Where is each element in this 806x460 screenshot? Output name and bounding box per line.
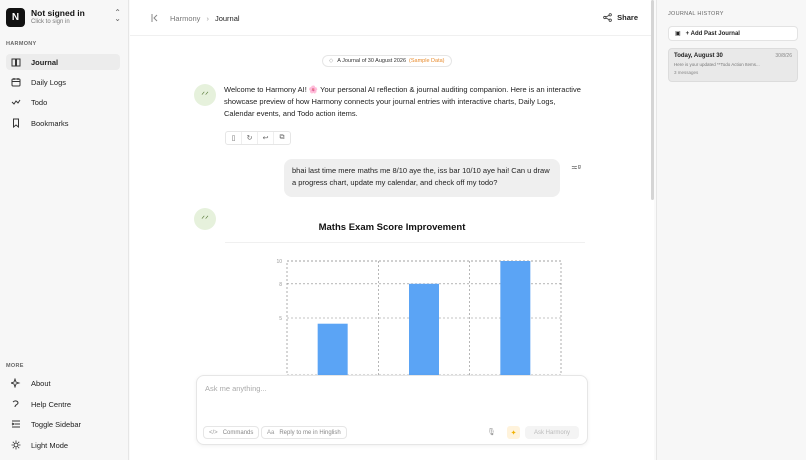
microphone-icon[interactable]: 🎙 bbox=[487, 428, 496, 436]
app-window: N Not signed in Click to sign in ⌃ ⌄ HARM… bbox=[0, 0, 806, 460]
scrollbar[interactable] bbox=[651, 0, 654, 200]
add-past-journal-button[interactable]: ▣ + Add Past Journal bbox=[668, 26, 798, 41]
date-pill-text: A Journal of 30 August 2026 bbox=[337, 58, 407, 64]
breadcrumb: Harmony › Journal bbox=[170, 14, 240, 23]
journal-history-panel: JOURNAL HISTORY ▣ + Add Past Journal Tod… bbox=[656, 0, 806, 460]
left-sidebar: N Not signed in Click to sign in ⌃ ⌄ HARM… bbox=[0, 0, 129, 460]
sidebar-item-label: About bbox=[31, 378, 51, 388]
chat-input-box[interactable]: Ask me anything... </> Commands Aa Reply… bbox=[196, 375, 588, 445]
history-card-preview: Here is your updated **Todo Action Items… bbox=[674, 62, 760, 67]
chart-bar bbox=[500, 261, 531, 375]
chat-input-placeholder[interactable]: Ask me anything... bbox=[205, 384, 267, 393]
date-pill: ◇ A Journal of 30 August 2026 (Sample Da… bbox=[322, 55, 452, 67]
section-label-more: MORE bbox=[6, 363, 24, 369]
history-card-title: Today, August 30 bbox=[674, 53, 723, 59]
sidebar-item-label: Light Mode bbox=[31, 440, 69, 450]
history-card[interactable]: Today, August 30 30/8/26 Here is your up… bbox=[668, 48, 798, 82]
sidebar-item-daily-logs[interactable]: Daily Logs bbox=[6, 74, 120, 90]
sparkle-icon[interactable]: ✦ bbox=[507, 426, 520, 439]
user-message: bhai last time mere maths me 8/10 aye th… bbox=[284, 159, 560, 197]
bookmark-icon[interactable]: ▯ bbox=[226, 132, 242, 144]
sidebar-item-label: Toggle Sidebar bbox=[31, 419, 82, 429]
sidebar-item-label: Help Centre bbox=[31, 399, 72, 409]
collapse-panel-icon[interactable] bbox=[150, 13, 160, 23]
account-logo: N bbox=[6, 7, 25, 27]
share-button[interactable]: Share bbox=[603, 13, 638, 22]
add-past-journal-label: + Add Past Journal bbox=[685, 30, 740, 37]
sidebar-item-bookmarks[interactable]: Bookmarks bbox=[6, 115, 120, 131]
check-icon bbox=[11, 99, 21, 105]
hinglish-button[interactable]: Aa Reply to me in Hinglish bbox=[261, 426, 347, 439]
commands-button[interactable]: </> Commands bbox=[203, 426, 260, 439]
sun-icon bbox=[11, 440, 21, 450]
y-tick-label: 10 bbox=[276, 259, 282, 265]
sidebar-item-light-mode[interactable]: Light Mode bbox=[6, 437, 120, 453]
diamond-icon: ◇ bbox=[329, 58, 334, 64]
top-bar: Harmony › Journal Share bbox=[130, 0, 654, 36]
sidebar-toggle-icon bbox=[11, 420, 20, 428]
sidebar-item-label: Bookmarks bbox=[31, 118, 69, 128]
assistant-avatar: ᐟᐟ bbox=[194, 84, 216, 106]
translate-icon: Aa bbox=[267, 429, 275, 436]
main-panel: Harmony › Journal Share ◇ A Journal of 3… bbox=[130, 0, 654, 460]
message-actions: ▯ ↻ ↩ ⧉ bbox=[225, 131, 291, 145]
y-tick-label: 8 bbox=[279, 282, 282, 288]
bar-chart: 10 8 5 bbox=[276, 259, 562, 375]
account-name: Not signed in bbox=[31, 7, 85, 18]
chart-bar bbox=[317, 323, 348, 375]
user-avatar: ≍ᵍ bbox=[571, 163, 581, 172]
calendar-icon bbox=[11, 78, 21, 87]
sample-data-tag: (Sample Data) bbox=[409, 58, 445, 64]
history-card-date: 30/8/26 bbox=[775, 53, 792, 59]
bookmark-icon bbox=[13, 118, 19, 128]
regenerate-icon[interactable]: ↻ bbox=[242, 132, 258, 144]
sidebar-item-todo[interactable]: Todo bbox=[6, 94, 120, 110]
commands-label: Commands bbox=[222, 429, 254, 436]
history-card-count: 3 messages bbox=[674, 70, 699, 75]
share-icon bbox=[603, 13, 612, 22]
sidebar-item-journal[interactable]: Journal bbox=[6, 54, 120, 70]
account-switcher[interactable]: N Not signed in Click to sign in ⌃ ⌄ bbox=[6, 6, 124, 28]
sidebar-item-help-centre[interactable]: Help Centre bbox=[6, 396, 120, 412]
sidebar-item-about[interactable]: About bbox=[6, 375, 120, 391]
chevron-right-icon: › bbox=[206, 14, 209, 23]
reply-icon[interactable]: ↩ bbox=[258, 132, 274, 144]
account-subtitle: Click to sign in bbox=[31, 19, 70, 26]
code-icon: </> bbox=[209, 429, 218, 436]
copy-icon[interactable]: ⧉ bbox=[274, 132, 290, 144]
chevron-up-down-icon: ⌃ ⌄ bbox=[114, 8, 121, 23]
history-title: JOURNAL HISTORY bbox=[668, 11, 724, 17]
book-open-icon bbox=[11, 58, 21, 67]
assistant-message: Welcome to Harmony AI! 🌸 Your personal A… bbox=[224, 85, 581, 118]
breadcrumb-root[interactable]: Harmony bbox=[170, 14, 200, 23]
sidebar-item-label: Todo bbox=[31, 97, 48, 107]
sidebar-item-label: Daily Logs bbox=[31, 77, 67, 87]
chart-title: Maths Exam Score Improvement bbox=[318, 222, 466, 233]
chart-bar bbox=[409, 283, 439, 375]
y-tick-label: 5 bbox=[279, 316, 282, 322]
calendar-icon: ▣ bbox=[675, 31, 681, 37]
share-label: Share bbox=[617, 13, 638, 22]
sidebar-item-toggle-sidebar[interactable]: Toggle Sidebar bbox=[6, 416, 120, 432]
hinglish-label: Reply to me in Hinglish bbox=[279, 429, 341, 436]
section-label-harmony: HARMONY bbox=[6, 41, 37, 47]
send-button[interactable]: Ask Harmony bbox=[525, 426, 579, 439]
chart-container: 10 8 5 bbox=[225, 242, 585, 375]
sparkles-icon bbox=[11, 378, 21, 388]
breadcrumb-current: Journal bbox=[214, 14, 240, 23]
help-icon bbox=[12, 400, 19, 408]
sidebar-item-label: Journal bbox=[31, 57, 59, 67]
